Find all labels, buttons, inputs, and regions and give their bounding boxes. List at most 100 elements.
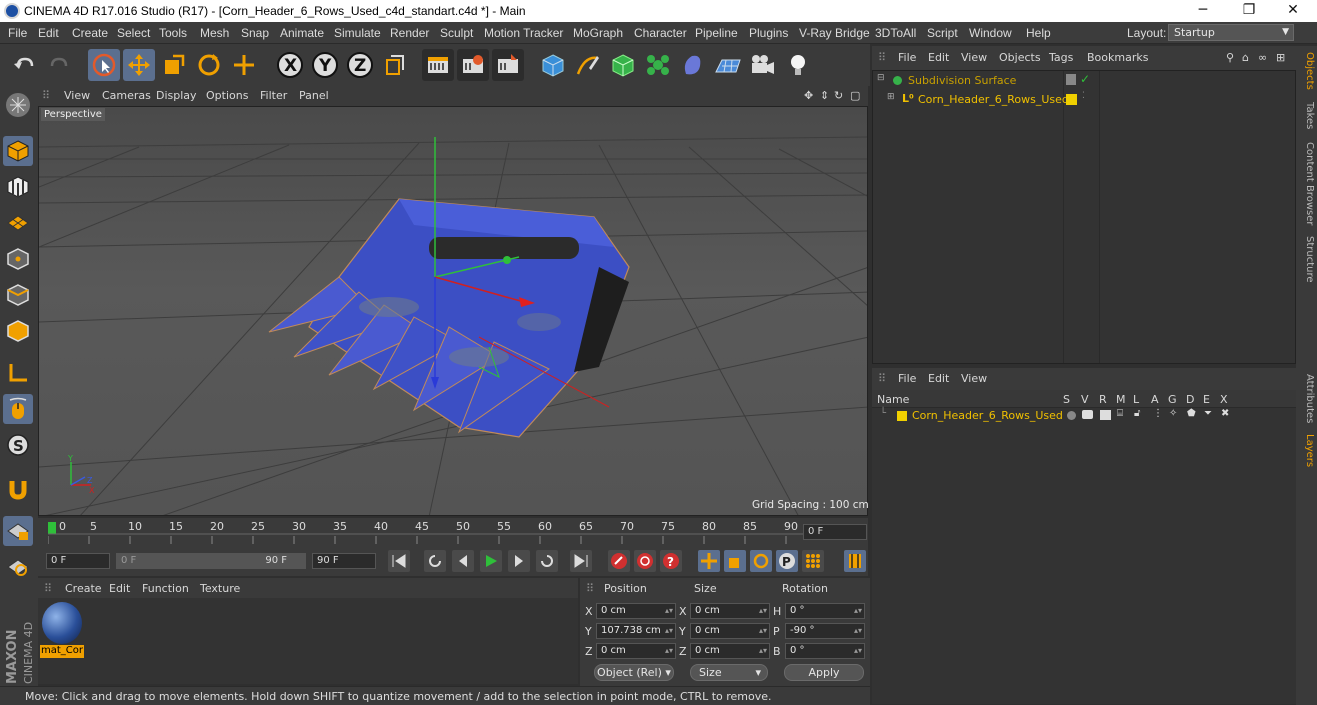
column-animation[interactable]: A <box>1151 393 1159 406</box>
viewport-menu-view[interactable]: View <box>64 89 90 102</box>
transform-tool-icon[interactable] <box>228 49 260 81</box>
position-y-field[interactable]: 107.738 cm ▴▾ <box>596 623 676 639</box>
menu-3dtoall[interactable]: 3DToAll <box>875 26 916 40</box>
viewport-menu-cameras[interactable]: Cameras <box>102 89 151 102</box>
menu-mograph[interactable]: MoGraph <box>573 26 623 40</box>
tweak-mode-icon[interactable] <box>3 394 33 424</box>
stepper-arrows-icon[interactable]: ▴▾ <box>665 624 673 638</box>
viewport-menu-panel[interactable]: Panel <box>299 89 329 102</box>
expand-icon[interactable]: ⊞ <box>887 92 895 102</box>
drag-handle-icon[interactable]: ⠿ <box>878 372 886 385</box>
workplane-icon[interactable] <box>3 208 33 238</box>
object-row-subdivision-surface[interactable]: ⊟ Subdivision Surface ✓ <box>874 72 1294 91</box>
next-key-icon[interactable] <box>536 550 558 572</box>
position-key-icon[interactable] <box>698 550 720 572</box>
object-row-corn-header[interactable]: ⊞ L⁰ Corn_Header_6_Rows_Used ⁚ <box>874 91 1294 110</box>
autokey-icon[interactable] <box>634 550 656 572</box>
generator-icon[interactable]: ✧ <box>1169 408 1177 419</box>
objects-menu-tags[interactable]: Tags <box>1049 51 1073 64</box>
stepper-arrows-icon[interactable]: ▴▾ <box>759 624 767 638</box>
dolly-view-icon[interactable]: ⇕ <box>820 89 829 102</box>
x-axis-lock-icon[interactable]: X <box>274 49 306 81</box>
corn-header-model[interactable] <box>268 198 630 438</box>
size-y-field[interactable]: 0 cm ▴▾ <box>690 623 770 639</box>
menu-edit[interactable]: Edit <box>38 26 59 40</box>
column-deformers[interactable]: D <box>1186 393 1194 406</box>
cloner-icon[interactable] <box>642 49 674 81</box>
timeline-window-icon[interactable] <box>844 550 866 572</box>
play-icon[interactable] <box>480 550 502 572</box>
current-frame-field[interactable]: 0 F <box>803 524 867 540</box>
parameter-key-icon[interactable]: P <box>776 550 798 572</box>
material-preview-thumbnail[interactable] <box>42 602 82 644</box>
menu-select[interactable]: Select <box>117 26 150 40</box>
end-frame-field[interactable]: 90 F <box>312 553 376 569</box>
go-to-end-icon[interactable] <box>570 550 592 572</box>
size-x-field[interactable]: 0 cm ▴▾ <box>690 603 770 619</box>
material-name-label[interactable]: mat_Cor <box>40 645 84 658</box>
drag-handle-icon[interactable]: ⠿ <box>44 582 52 595</box>
rotation-key-icon[interactable] <box>750 550 772 572</box>
menu-create[interactable]: Create <box>72 26 108 40</box>
stepper-arrows-icon[interactable]: ▴▾ <box>854 604 862 618</box>
visibility-dots-icon[interactable]: ⁚ <box>1082 91 1085 101</box>
point-level-animation-icon[interactable] <box>802 550 824 572</box>
layers-menu-file[interactable]: File <box>898 372 916 385</box>
apply-button[interactable]: Apply <box>784 664 864 681</box>
object-name[interactable]: Corn_Header_6_Rows_Used <box>918 93 1069 106</box>
material-menu-create[interactable]: Create <box>65 582 102 595</box>
texture-mode-icon[interactable] <box>3 172 33 202</box>
enabled-check-icon[interactable]: ✓ <box>1080 72 1090 86</box>
next-frame-icon[interactable] <box>508 550 530 572</box>
drag-handle-icon[interactable]: ⠿ <box>878 51 886 64</box>
render-settings-icon[interactable] <box>492 49 524 81</box>
previous-frame-icon[interactable] <box>452 550 474 572</box>
drag-handle-icon[interactable]: ⠿ <box>586 582 594 595</box>
tab-structure[interactable]: Structure <box>1299 236 1315 283</box>
viewport-menu-options[interactable]: Options <box>206 89 248 102</box>
floor-icon[interactable] <box>712 49 744 81</box>
lock-icon[interactable]: 🔓︎ <box>1134 408 1140 419</box>
clapper-icon[interactable] <box>1100 410 1111 420</box>
layer-color-swatch[interactable] <box>897 411 907 421</box>
move-tool-icon[interactable] <box>123 49 155 81</box>
xref-icon[interactable]: ✖ <box>1221 408 1229 419</box>
layer-name[interactable]: Corn_Header_6_Rows_Used <box>912 409 1063 422</box>
column-name[interactable]: Name <box>877 393 909 406</box>
material-menu-function[interactable]: Function <box>142 582 189 595</box>
position-x-field[interactable]: 0 cm ▴▾ <box>596 603 676 619</box>
menu-pipeline[interactable]: Pipeline <box>695 26 738 40</box>
objects-menu-objects[interactable]: Objects <box>999 51 1041 64</box>
scale-tool-icon[interactable] <box>158 49 190 81</box>
tab-layers[interactable]: Layers <box>1299 434 1315 467</box>
link-icon[interactable]: ∞ <box>1258 51 1267 64</box>
menu-render[interactable]: Render <box>390 26 429 40</box>
lock-workplane-icon[interactable] <box>3 516 33 546</box>
menu-character[interactable]: Character <box>634 26 687 40</box>
visibility-toggle-icon[interactable] <box>1066 74 1076 85</box>
column-manager[interactable]: M <box>1116 393 1126 406</box>
viewport-menu-filter[interactable]: Filter <box>260 89 287 102</box>
menu-plugins[interactable]: Plugins <box>749 26 788 40</box>
snap-toggle-icon[interactable]: S <box>3 430 33 460</box>
scale-key-icon[interactable] <box>724 550 746 572</box>
menu-tools[interactable]: Tools <box>159 26 187 40</box>
size-z-field[interactable]: 0 cm ▴▾ <box>690 643 770 659</box>
menu-script[interactable]: Script <box>927 26 958 40</box>
model-mode-icon[interactable] <box>3 136 33 166</box>
planar-workplane-icon[interactable] <box>3 552 33 582</box>
stepper-arrows-icon[interactable]: ▴▾ <box>665 604 673 618</box>
menu-sculpt[interactable]: Sculpt <box>440 26 473 40</box>
tab-attributes[interactable]: Attributes <box>1299 374 1315 423</box>
redo-icon[interactable] <box>44 49 76 81</box>
camera-icon[interactable] <box>747 49 779 81</box>
make-editable-icon[interactable] <box>3 90 33 120</box>
stepper-arrows-icon[interactable]: ▴▾ <box>854 644 862 658</box>
menu-mesh[interactable]: Mesh <box>200 26 229 40</box>
cube-primitive-icon[interactable] <box>537 49 569 81</box>
menu-motion-tracker[interactable]: Motion Tracker <box>484 26 563 40</box>
start-frame-field[interactable]: 0 F <box>46 553 110 569</box>
search-icon[interactable]: ⚲ <box>1226 51 1234 64</box>
edges-mode-icon[interactable] <box>3 280 33 310</box>
rotate-tool-icon[interactable] <box>193 49 225 81</box>
